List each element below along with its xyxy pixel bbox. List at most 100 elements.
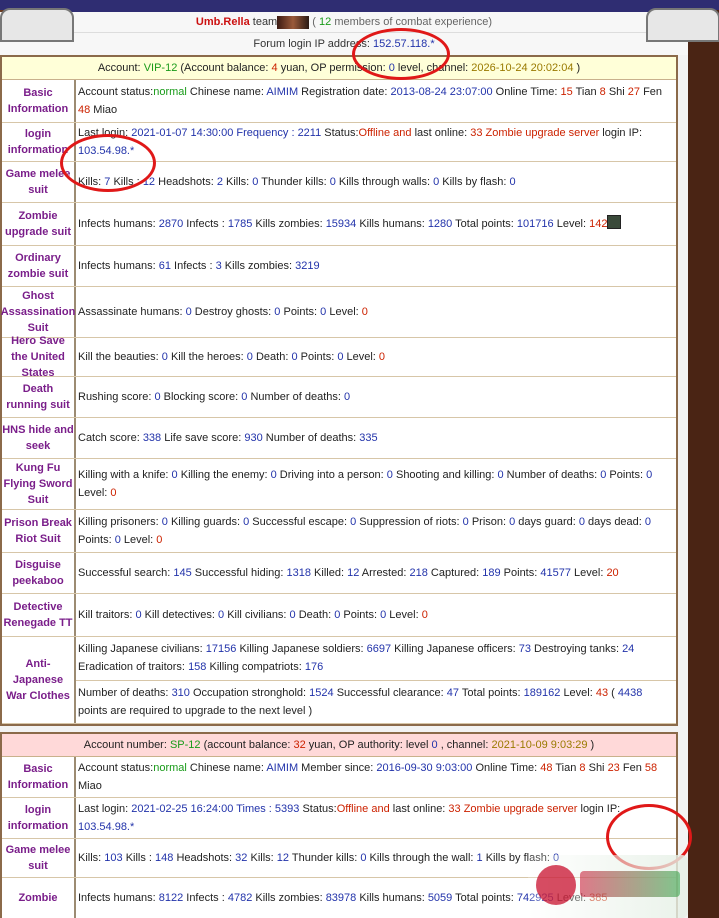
- acc2-id: SP-12: [169, 739, 201, 751]
- ot2-2u: Shi: [585, 762, 608, 774]
- annotation-circle-forum-ip: [352, 28, 450, 80]
- value-login-2: Last login: 2021-02-25 16:24:00 Times : …: [76, 798, 676, 838]
- freq-value: 2211: [297, 127, 322, 139]
- stat-row-value: Infects humans: 2870 Infects : 1785 Kill…: [76, 203, 676, 245]
- ot-4u: Miao: [90, 104, 118, 116]
- st-label: Status:: [321, 127, 359, 139]
- stat-row-label: HNS hide and seek: [2, 418, 76, 458]
- ip-label-2: login IP:: [577, 803, 621, 815]
- stat-row-label: Death running suit: [2, 377, 76, 417]
- stat-row-label: Disguise peekaboo: [2, 553, 76, 593]
- acc2-date: 2021-10-09 9:03:29: [491, 739, 588, 751]
- reg-label-2: Member since:: [298, 762, 377, 774]
- stat-row-value: Killing with a knife: 0 Killing the enem…: [78, 469, 653, 499]
- lo-label: last online:: [411, 127, 471, 139]
- status-value-2: normal: [153, 762, 187, 774]
- frame-right: [686, 10, 719, 918]
- members-count: 12: [319, 16, 332, 28]
- stat-row: Death running suit Rushing score: 0 Block…: [2, 377, 676, 418]
- stat-row-label: Zombie: [2, 878, 76, 918]
- stat-row-value: Assassinate humans: 0 Destroy ghosts: 0 …: [78, 306, 368, 318]
- reg-label: Registration date:: [298, 86, 391, 98]
- st-label-2: Status:: [299, 803, 337, 815]
- forum-ip-line: Forum login IP address: 152.57.118.*: [0, 33, 688, 55]
- stat-row-value: Infects humans: 61 Infects : 3 Kills zom…: [78, 260, 320, 272]
- reg-value-2: 2016-09-30 9:03:00: [376, 762, 473, 774]
- members-suffix: members of combat experience): [331, 16, 493, 28]
- acc2-balance: 32: [293, 739, 306, 751]
- stat-row: Ghost Assassination Suit Assassinate huma…: [1, 287, 676, 338]
- ot-3u: Fen: [640, 86, 663, 98]
- stat-row-value: Rushing score: 0 Blocking score: 0 Numbe…: [78, 391, 351, 403]
- team-header: Umb.Rella team ( 12 members of combat ex…: [0, 12, 688, 33]
- value-login: Last login: 2021-01-07 14:30:00 Frequenc…: [76, 123, 676, 161]
- stat-row-value: Killing prisoners: 0 Killing guards: 0 S…: [78, 516, 652, 546]
- stat-row: HNS hide and seek Catch score: 338 Life s…: [2, 418, 676, 459]
- ot-1u: Tian: [572, 86, 600, 98]
- ll-value: 2021-01-07 14:30:00: [131, 127, 234, 139]
- acc2-pre: Account number:: [83, 739, 167, 751]
- acc1-id: VIP-12: [143, 62, 178, 74]
- ot-label: Online Time:: [492, 86, 561, 98]
- annotation-circle-login-ip-1: [60, 134, 156, 192]
- ot-1: 15: [560, 86, 573, 98]
- row-basic-1: Basic Information Account status:normal …: [2, 80, 676, 123]
- player-name[interactable]: Umb.Rella: [196, 16, 250, 28]
- st-value-2: Offline and: [336, 803, 390, 815]
- acc1-pre: Account:: [97, 62, 141, 74]
- ot2-3: 23: [607, 762, 620, 774]
- stat-row-label: Game melee suit: [2, 839, 76, 877]
- stat-row-label: Ordinary zombie suit: [2, 246, 76, 286]
- stat-row: Zombie upgrade suit Infects humans: 2870 …: [2, 203, 676, 246]
- ot2-4: 58: [644, 762, 658, 774]
- stat-row-value: Kill traitors: 0 Kill detectives: 0 Kill…: [78, 609, 428, 621]
- war-line-1: Killing Japanese civilians: 17156 Killin…: [76, 637, 676, 681]
- acc2-perm-post: , channel:: [437, 739, 489, 751]
- login-ip-2: 103.54.98.*: [78, 821, 135, 833]
- team-avatar: [277, 15, 310, 29]
- acc2-close: ): [587, 739, 595, 751]
- acc2-bal-pre: (account balance:: [200, 739, 291, 751]
- watermark: [528, 855, 688, 918]
- team-label: team: [252, 16, 278, 28]
- account-header-sp: Account number: SP-12 (account balance: …: [2, 734, 676, 757]
- stat-row-label: Detective Renegade TT: [2, 594, 76, 636]
- ot2-4u: Miao: [78, 780, 102, 792]
- acc2-bal-post: yuan, OP authority: level: [305, 739, 429, 751]
- stat-row-label: Ghost Assassination Suit: [1, 287, 76, 337]
- status-value: normal: [153, 86, 187, 98]
- lo-label-2: last online:: [389, 803, 449, 815]
- value-basic: Account status:normal Chinese name: AIMI…: [76, 80, 676, 122]
- stat-row: Detective Renegade TT Kill traitors: 0 Ki…: [2, 594, 676, 637]
- right-tab-corner: [646, 8, 719, 42]
- stat-row: Kung Fu Flying Sword Suit Killing with a …: [2, 459, 676, 510]
- label-basic: Basic Information: [2, 80, 76, 122]
- stat-row-value: Kills: 7 Kills : 12 Headshots: 2 Kills: …: [78, 176, 516, 188]
- st-value: Offline and: [358, 127, 412, 139]
- ot-label-2: Online Time:: [472, 762, 541, 774]
- stat-row: Ordinary zombie suit Infects humans: 61 I…: [2, 246, 676, 287]
- level-icon: [607, 215, 622, 229]
- value-basic-2: Account status:normal Chinese name: AIMI…: [76, 757, 676, 797]
- label-war: Anti-Japanese War Clothes: [2, 637, 76, 723]
- stat-row-value: Kill the beauties: 0 Kill the heroes: 0 …: [78, 351, 386, 363]
- lo-value: 33 Zombie upgrade server: [470, 127, 600, 139]
- stat-rows-1: Game melee suit Kills: 7 Kills : 12 Heads…: [1, 162, 676, 637]
- war-line-2: Number of deaths: 310 Occupation strongh…: [78, 686, 643, 717]
- cn-value-2: AIMIM: [266, 762, 299, 774]
- ot-2u: Shi: [605, 86, 628, 98]
- left-tab-corner: [0, 8, 74, 42]
- ot-3: 27: [627, 86, 641, 98]
- ot-4: 48: [78, 104, 91, 116]
- acc1-close: ): [573, 62, 581, 74]
- status-label: Account status:: [78, 86, 154, 98]
- ot2-3u: Fen: [619, 762, 645, 774]
- stat-row: Hero Save the United States Kill the beau…: [2, 335, 676, 379]
- row-war: Anti-Japanese War Clothes Killing Japane…: [2, 637, 676, 724]
- stat-row-label: Hero Save the United States: [2, 335, 76, 379]
- cn-label-2: Chinese name:: [186, 762, 267, 774]
- label-login-2: login information: [2, 798, 76, 838]
- cn-value: AIMIM: [266, 86, 299, 98]
- ot2-1: 48: [540, 762, 553, 774]
- cn-label: Chinese name:: [186, 86, 267, 98]
